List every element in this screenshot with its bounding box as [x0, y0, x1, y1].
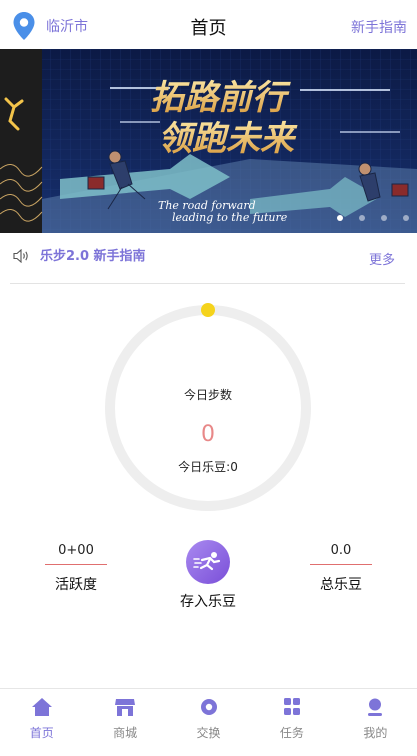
tab-shop[interactable]: 商城	[83, 689, 166, 756]
carousel-dot[interactable]	[337, 215, 343, 221]
activity-stat: 0+00 活跃度	[45, 542, 107, 593]
total-beans-value: 0.0	[330, 543, 352, 558]
divider	[10, 283, 405, 284]
total-beans-stat: 0.0 总乐豆	[310, 542, 372, 593]
tab-label: 任务	[279, 726, 304, 740]
beginner-guide-link[interactable]: 新手指南	[351, 17, 407, 37]
tab-label: 我的	[363, 726, 388, 740]
today-steps-label: 今日步数	[183, 388, 232, 402]
carousel-dot[interactable]	[381, 215, 387, 221]
home-icon	[31, 698, 52, 716]
svg-text:leading to the future: leading to the future	[172, 211, 288, 224]
step-progress-ring: 今日步数 0 今日乐豆:0	[103, 303, 313, 513]
top-header: 临沂市 首页 新手指南	[0, 0, 417, 50]
carousel-dot[interactable]	[359, 215, 365, 221]
carousel-dots	[337, 215, 409, 221]
tab-label: 交换	[196, 726, 221, 740]
more-link[interactable]: 更多	[369, 249, 395, 268]
speaker-icon	[13, 249, 28, 263]
total-beans-label: 总乐豆	[320, 577, 362, 593]
location-pin-icon	[13, 12, 35, 40]
profile-icon	[368, 698, 383, 716]
notice-text[interactable]: 乐步2.0 新手指南	[40, 245, 146, 264]
tab-exchange[interactable]: 交换	[167, 689, 250, 756]
today-steps-value: 0	[201, 422, 215, 447]
banner-artwork: 拓路前行 领跑未来 The road forward leading to th…	[0, 49, 417, 233]
promo-banner[interactable]: 拓路前行 领跑未来 The road forward leading to th…	[0, 49, 417, 233]
activity-value: 0+00	[58, 543, 94, 558]
tab-profile[interactable]: 我的	[334, 689, 417, 756]
progress-knob	[201, 303, 215, 317]
activity-underline	[45, 564, 107, 565]
today-beans-text: 今日乐豆:0	[178, 460, 238, 474]
runner-icon	[193, 552, 221, 571]
notice-bar: 乐步2.0 新手指南 更多	[0, 236, 417, 276]
deposit-label[interactable]: 存入乐豆	[174, 591, 242, 611]
deposit-circle[interactable]	[186, 540, 230, 584]
tasks-icon	[283, 698, 300, 715]
tab-tasks[interactable]: 任务	[250, 689, 333, 756]
total-beans-underline	[310, 564, 372, 565]
city-name: 临沂市	[46, 19, 88, 35]
exchange-icon	[200, 699, 217, 715]
carousel-dot[interactable]	[403, 215, 409, 221]
svg-text:领跑未来: 领跑未来	[158, 119, 298, 159]
deposit-beans-button[interactable]: 存入乐豆	[174, 540, 242, 611]
shop-icon	[115, 699, 136, 716]
svg-text:拓路前行: 拓路前行	[150, 78, 291, 118]
progress-ring-graphic	[105, 303, 311, 511]
tab-label: 首页	[29, 726, 54, 740]
tab-label: 商城	[113, 726, 138, 740]
tab-home[interactable]: 首页	[0, 689, 83, 756]
activity-label: 活跃度	[55, 577, 97, 593]
location-selector[interactable]: 临沂市	[12, 11, 88, 41]
bottom-tab-bar: 首页 商城 交换 任务 我的	[0, 688, 417, 756]
